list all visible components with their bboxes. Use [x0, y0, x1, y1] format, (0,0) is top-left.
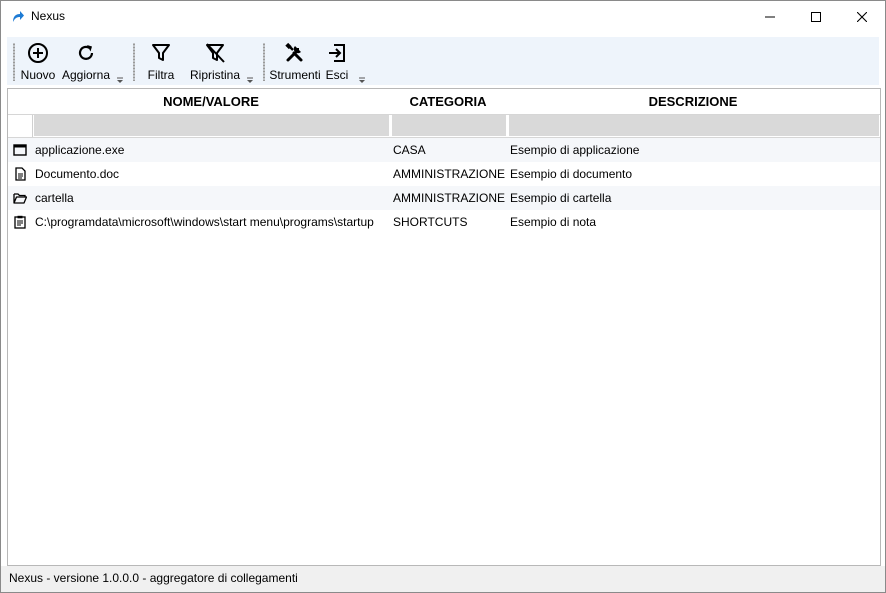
cell-description: Esempio di cartella — [510, 191, 612, 205]
tools-button[interactable]: Strumenti — [269, 39, 321, 83]
column-header-description[interactable]: DESCRIZIONE — [506, 89, 880, 114]
close-icon — [857, 11, 867, 22]
filter-label: Filtra — [147, 68, 175, 82]
toolbar-grip[interactable] — [133, 43, 135, 81]
filter-icon — [150, 42, 172, 64]
filter-input-description[interactable] — [509, 115, 879, 136]
column-header-category[interactable]: CATEGORIA — [390, 89, 506, 114]
filter-off-icon — [204, 42, 226, 64]
plus-circle-icon — [27, 42, 49, 64]
tools-label: Strumenti — [269, 68, 321, 82]
tools-icon — [284, 42, 306, 64]
cell-name: Documento.doc — [35, 167, 120, 181]
exit-dropdown-arrow-icon[interactable] — [359, 77, 365, 83]
clipboard-note-icon — [14, 215, 26, 229]
document-icon — [15, 167, 26, 181]
cell-description: Esempio di applicazione — [510, 143, 640, 157]
app-logo-icon — [11, 9, 25, 23]
exit-label: Esci — [325, 68, 349, 82]
filter-input-name[interactable] — [34, 115, 389, 136]
window-icon — [13, 144, 27, 156]
maximize-button[interactable] — [793, 1, 839, 32]
refresh-dropdown-arrow-icon[interactable] — [117, 77, 123, 83]
toolbar-grip[interactable] — [263, 43, 265, 81]
table-row[interactable]: C:\programdata\microsoft\windows\start m… — [8, 210, 880, 234]
minimize-button[interactable] — [747, 1, 793, 32]
title-bar[interactable]: Nexus — [1, 1, 885, 32]
window-title: Nexus — [31, 9, 66, 23]
table-row[interactable]: cartella AMMINISTRAZIONE Esempio di cart… — [8, 186, 880, 210]
new-label: Nuovo — [20, 68, 56, 82]
cell-category: AMMINISTRAZIONE — [393, 191, 506, 205]
column-header-name[interactable]: NOME/VALORE — [32, 89, 390, 114]
data-grid: NOME/VALORE CATEGORIA DESCRIZIONE applic… — [7, 88, 881, 566]
main-window: Nexus Nuovo Aggiorna Filtra Ripristina S… — [0, 0, 886, 593]
close-button[interactable] — [839, 1, 885, 32]
refresh-label: Aggiorna — [61, 68, 111, 82]
cell-category: AMMINISTRAZIONE — [393, 167, 506, 181]
column-header-row: NOME/VALORE CATEGORIA DESCRIZIONE — [8, 89, 880, 115]
table-row[interactable]: Documento.doc AMMINISTRAZIONE Esempio di… — [8, 162, 880, 186]
cell-name: C:\programdata\microsoft\windows\start m… — [35, 215, 374, 229]
minimize-icon — [765, 16, 775, 17]
cell-category: SHORTCUTS — [393, 215, 468, 229]
table-row[interactable]: applicazione.exe CASA Esempio di applica… — [8, 138, 880, 162]
refresh-button[interactable]: Aggiorna — [61, 39, 111, 83]
folder-open-icon — [13, 193, 27, 204]
toolbar: Nuovo Aggiorna Filtra Ripristina Strumen… — [7, 37, 879, 85]
reset-dropdown-arrow-icon[interactable] — [247, 77, 253, 83]
refresh-icon — [75, 42, 97, 64]
exit-icon — [326, 42, 348, 64]
exit-button[interactable]: Esci — [323, 39, 351, 83]
status-bar: Nexus - versione 1.0.0.0 - aggregatore d… — [1, 566, 885, 592]
cell-description: Esempio di nota — [510, 215, 597, 229]
cell-name: applicazione.exe — [35, 143, 125, 157]
cell-description: Esempio di documento — [510, 167, 633, 181]
toolbar-grip[interactable] — [13, 43, 15, 81]
reset-filter-button[interactable]: Ripristina — [189, 39, 241, 83]
cell-name: cartella — [35, 191, 74, 205]
cell-category: CASA — [393, 143, 426, 157]
filter-button[interactable]: Filtra — [143, 39, 179, 83]
new-button[interactable]: Nuovo — [19, 39, 57, 83]
maximize-icon — [811, 11, 821, 22]
reset-label: Ripristina — [189, 68, 240, 82]
filter-row — [8, 114, 880, 138]
status-text: Nexus - versione 1.0.0.0 - aggregatore d… — [9, 571, 298, 585]
filter-input-category[interactable] — [392, 115, 506, 136]
